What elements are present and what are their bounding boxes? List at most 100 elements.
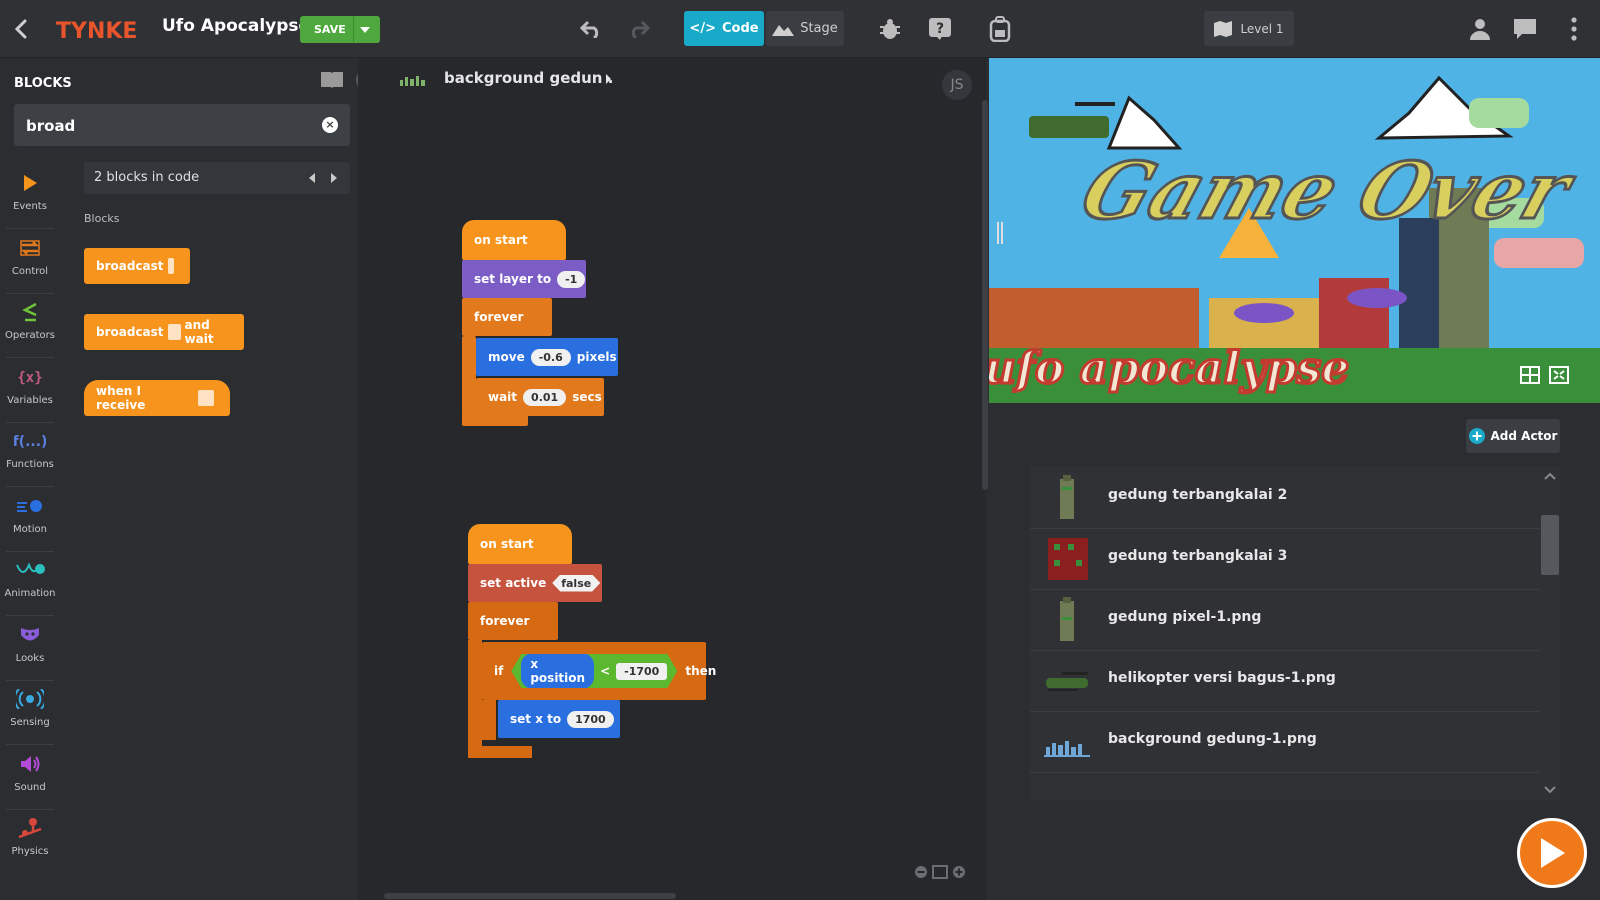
actor-name: gedung terbangkalai 2 (1108, 487, 1288, 503)
scroll-down-icon[interactable] (1544, 786, 1556, 794)
tab-stage-label: Stage (800, 21, 838, 36)
script2-set-x-block[interactable]: set x to 1700 (498, 700, 620, 738)
blocks-subheading: Blocks (84, 212, 120, 225)
category-looks[interactable]: Looks (0, 617, 60, 681)
loop-icon (0, 236, 60, 260)
js-toggle-button[interactable]: JS (942, 70, 972, 100)
tynker-logo[interactable]: TYNKER (54, 14, 136, 44)
compare-value[interactable]: -1700 (616, 663, 667, 680)
category-motion[interactable]: Motion (0, 488, 60, 552)
wait-value[interactable]: 0.01 (523, 388, 567, 406)
tab-code[interactable]: </> Code (684, 11, 764, 46)
message-slot[interactable] (198, 390, 214, 406)
redo-icon[interactable] (626, 16, 652, 42)
stage-resize-handle[interactable] (996, 222, 1004, 244)
actor-row-background-gedung[interactable]: background gedung-1.png (1030, 711, 1540, 773)
palette-broadcast-block[interactable]: broadcast (84, 248, 190, 284)
script2-forever-block[interactable]: forever (468, 602, 558, 640)
script2-on-start-hat[interactable]: on start (468, 524, 572, 564)
level-label: Level 1 (1240, 21, 1284, 36)
actor-row-gedung-terbangkalai-3[interactable]: gedung terbangkalai 3 (1030, 528, 1540, 590)
category-physics[interactable]: Physics (0, 810, 60, 874)
breadcrumb-chevron-icon[interactable] (605, 73, 612, 85)
message-slot[interactable] (167, 258, 174, 274)
prev-result-icon[interactable] (308, 172, 316, 184)
plus-circle-icon (1468, 428, 1485, 444)
search-input[interactable] (24, 113, 308, 139)
zoom-in-icon[interactable] (952, 865, 966, 879)
level-button[interactable]: Level 1 (1204, 11, 1294, 46)
active-value[interactable]: false (552, 575, 600, 592)
zoom-reset-icon[interactable] (932, 865, 948, 879)
set-x-value[interactable]: 1700 (567, 710, 614, 728)
stage-canvas[interactable]: Game Over ufo apocalypse (989, 58, 1600, 403)
next-result-icon[interactable] (330, 172, 338, 184)
layer-value[interactable]: -1 (557, 270, 586, 288)
category-control[interactable]: Control (0, 230, 60, 294)
script2-set-active-block[interactable]: set active false (468, 564, 602, 602)
chat-icon[interactable] (1512, 16, 1538, 42)
backpack-icon[interactable] (986, 14, 1014, 44)
horizontal-scrollbar[interactable] (384, 893, 676, 899)
results-count: 2 blocks in code (94, 170, 200, 185)
help-icon[interactable]: ? (926, 14, 954, 44)
actor-list-scroll-thumb[interactable] (1541, 515, 1559, 575)
palette-broadcast-and-wait-block[interactable]: broadcast and wait (84, 314, 244, 350)
play-button[interactable] (1517, 818, 1587, 888)
add-actor-button[interactable]: Add Actor (1466, 419, 1560, 453)
project-title[interactable]: Ufo Apocalypse (162, 16, 310, 36)
scroll-up-icon[interactable] (1544, 472, 1556, 480)
more-menu-icon[interactable] (1566, 14, 1582, 44)
category-label: Animation (4, 588, 56, 599)
back-arrow-icon[interactable] (10, 17, 32, 41)
fullscreen-icon[interactable] (1549, 366, 1569, 384)
message-slot[interactable] (167, 324, 181, 340)
script1-set-layer-block[interactable]: set layer to -1 (462, 260, 586, 298)
block-label: set active (480, 576, 547, 590)
bug-icon[interactable] (876, 14, 904, 44)
breadcrumb[interactable]: background gedun . (444, 69, 613, 87)
clear-search-icon[interactable]: × (322, 117, 338, 133)
search-results-bar: 2 blocks in code (84, 162, 350, 194)
zoom-out-icon[interactable] (914, 865, 928, 879)
script1-wait-block[interactable]: wait 0.01 secs (476, 378, 604, 416)
category-animation[interactable]: Animation (0, 552, 60, 616)
save-button[interactable]: SAVE (300, 16, 380, 43)
ufo-apocalypse-banner: ufo apocalypse (989, 343, 1349, 394)
actor-row-gedung-pixel[interactable]: gedung pixel-1.png (1030, 589, 1540, 651)
script2-if-block[interactable]: if x position < -1700 then (482, 642, 716, 700)
undo-icon[interactable] (578, 16, 604, 42)
script1-forever-block[interactable]: forever (462, 298, 552, 336)
category-sensing[interactable]: Sensing (0, 681, 60, 745)
palette-when-i-receive-block[interactable]: when I receive (84, 380, 230, 416)
x-position-reporter[interactable]: x position (521, 653, 594, 689)
book-icon[interactable] (320, 70, 344, 92)
block-label: and wait (184, 318, 214, 346)
category-label: Sound (14, 781, 46, 793)
category-events[interactable]: Events (0, 165, 60, 229)
script1-on-start-hat[interactable]: on start (462, 220, 566, 260)
category-variables[interactable]: {x} Variables (0, 359, 60, 423)
search-box: × (14, 104, 350, 146)
category-sound[interactable]: Sound (0, 746, 60, 810)
actor-name: gedung pixel-1.png (1108, 609, 1262, 625)
block-label: wait (488, 390, 518, 404)
svg-text:TYNKER: TYNKER (56, 19, 136, 44)
script1-move-block[interactable]: move -0.6 pixels (476, 338, 618, 376)
block-label: set layer to (474, 272, 552, 286)
actor-row-helikopter[interactable]: helikopter versi bagus-1.png (1030, 650, 1540, 712)
less-than-condition[interactable]: x position < -1700 (511, 654, 677, 688)
script1-forever-arm (462, 336, 476, 416)
grid-toggle-icon[interactable] (1520, 366, 1540, 384)
category-operators[interactable]: Operators (0, 294, 60, 358)
script2-forever-arm (468, 640, 482, 750)
move-value[interactable]: -0.6 (530, 348, 571, 366)
motion-icon (0, 494, 60, 518)
user-icon[interactable] (1468, 16, 1492, 42)
tab-stage[interactable]: Stage (766, 11, 844, 46)
chevron-down-icon[interactable] (360, 27, 370, 33)
vertical-scrollbar[interactable] (982, 100, 988, 490)
category-functions[interactable]: f(...) Functions (0, 423, 60, 487)
actor-name: background gedung-1.png (1108, 731, 1317, 747)
actor-row-gedung-terbangkalai-2[interactable]: gedung terbangkalai 2 (1030, 467, 1540, 529)
